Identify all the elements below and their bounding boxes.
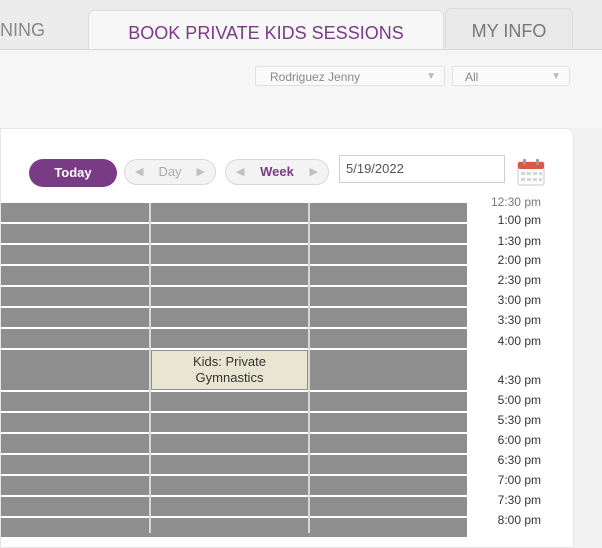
time-slot[interactable] bbox=[1, 287, 467, 306]
time-label: 1:00 pm bbox=[497, 213, 541, 227]
time-slot[interactable] bbox=[1, 224, 467, 243]
time-label: 5:00 pm bbox=[497, 393, 541, 407]
next-week-icon[interactable]: ▶ bbox=[310, 160, 318, 184]
instructor-select-value: Rodriguez Jenny bbox=[270, 70, 361, 84]
next-day-icon[interactable]: ▶ bbox=[197, 160, 205, 184]
time-slot[interactable] bbox=[1, 308, 467, 327]
time-label: 4:00 pm bbox=[497, 334, 541, 348]
time-label: 12:30 pm bbox=[490, 195, 541, 209]
column-divider bbox=[308, 203, 310, 533]
instructor-select[interactable]: Rodriguez Jenny ▼ bbox=[255, 66, 445, 86]
time-slot[interactable] bbox=[1, 434, 467, 453]
event-title-line1: Kids: Private bbox=[193, 354, 266, 369]
time-slot[interactable] bbox=[1, 392, 467, 411]
time-slot[interactable] bbox=[1, 329, 467, 348]
tab-training[interactable]: NING bbox=[0, 8, 86, 48]
column-divider bbox=[149, 203, 151, 533]
time-label: 2:30 pm bbox=[497, 273, 541, 287]
time-label: 3:00 pm bbox=[497, 293, 541, 307]
event-title-line2: Gymnastics bbox=[195, 370, 264, 385]
week-navigator: ◀ Week ▶ bbox=[225, 159, 329, 185]
time-label: 5:30 pm bbox=[497, 413, 541, 427]
time-slot[interactable] bbox=[1, 203, 467, 222]
time-slot[interactable] bbox=[1, 497, 467, 516]
tab-my-info[interactable]: MY INFO bbox=[445, 8, 573, 48]
today-button[interactable]: Today bbox=[29, 159, 117, 187]
time-label: 6:30 pm bbox=[497, 453, 541, 467]
time-slot[interactable] bbox=[1, 455, 467, 474]
day-navigator: ◀ Day ▶ bbox=[124, 159, 216, 185]
time-label: 7:30 pm bbox=[497, 493, 541, 507]
time-label: 3:30 pm bbox=[497, 313, 541, 327]
time-slot[interactable] bbox=[1, 518, 467, 537]
time-label: 2:00 pm bbox=[497, 253, 541, 267]
tab-book-private-kids-sessions[interactable]: BOOK PRIVATE KIDS SESSIONS bbox=[88, 10, 444, 52]
calendar-icon[interactable] bbox=[516, 157, 546, 187]
time-slot[interactable] bbox=[1, 476, 467, 495]
chevron-down-icon: ▼ bbox=[551, 71, 561, 82]
filter-bar: Rodriguez Jenny ▼ All ▼ bbox=[0, 50, 602, 128]
session-type-select-value: All bbox=[465, 70, 479, 84]
date-field[interactable]: 5/19/2022 bbox=[339, 155, 505, 183]
time-label: 7:00 pm bbox=[497, 473, 541, 487]
time-label: 1:30 pm bbox=[497, 234, 541, 248]
calendar-panel: Today ◀ Day ▶ ◀ Week ▶ 5/19/2022 Kids: P… bbox=[0, 128, 574, 548]
session-type-select[interactable]: All ▼ bbox=[452, 66, 570, 86]
chevron-down-icon: ▼ bbox=[426, 71, 436, 82]
calendar-toolbar: Today ◀ Day ▶ ◀ Week ▶ 5/19/2022 bbox=[1, 129, 575, 201]
booked-session-event[interactable]: Kids: Private Gymnastics bbox=[152, 351, 307, 389]
time-slot[interactable] bbox=[1, 413, 467, 432]
time-slot[interactable] bbox=[1, 245, 467, 264]
time-label: 4:30 pm bbox=[497, 373, 541, 387]
time-slot[interactable] bbox=[1, 266, 467, 285]
time-label: 6:00 pm bbox=[497, 433, 541, 447]
tab-bar: NING BOOK PRIVATE KIDS SESSIONS MY INFO bbox=[0, 0, 602, 52]
